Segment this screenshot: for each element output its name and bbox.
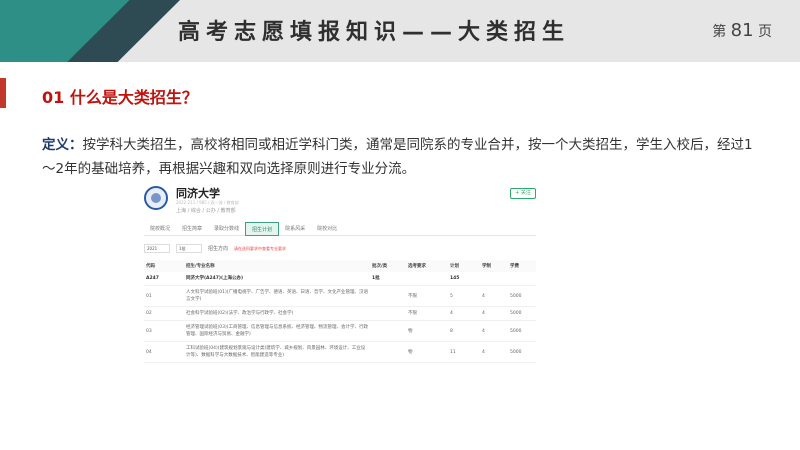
- university-screenshot: 同济大学 2022-211 / 985 / 双一流 / 教育部 上海 / 综合 …: [140, 182, 540, 446]
- cell-code: 02: [144, 306, 184, 321]
- section-accent-bar: [0, 78, 6, 108]
- cell-code: 01: [144, 285, 184, 307]
- cell-years: 4: [480, 306, 508, 321]
- page-title: 高考志愿填报知识——大类招生: [178, 20, 571, 45]
- cell-requirement: [406, 272, 448, 286]
- cell-plan: 11: [448, 341, 480, 363]
- cell-plan: 5: [448, 285, 480, 307]
- header-band: 高考志愿填报知识——大类招生 第 81 页: [0, 0, 800, 62]
- cell-major: 人文科学试验班(01)(广播电视学、广告学、德语、英语、日语、哲学、文化产业管理…: [184, 285, 370, 307]
- cell-batch: [370, 341, 406, 363]
- direction-label[interactable]: 招生方向: [208, 245, 228, 252]
- page-suffix: 页: [758, 24, 772, 40]
- page-prefix: 第: [712, 24, 727, 40]
- cell-batch: 1批: [370, 272, 406, 286]
- col-years: 学制: [480, 260, 508, 272]
- cell-requirement: 物: [406, 341, 448, 363]
- university-sub-info: 2022-211 / 985 / 双一流 / 教育部: [176, 200, 239, 205]
- definition-lead: 定义：: [42, 137, 83, 153]
- section-heading: 01 什么是大类招生？: [42, 88, 198, 107]
- page-number: 第 81 页: [712, 20, 772, 41]
- follow-button[interactable]: + 关注: [510, 188, 536, 199]
- tab-enrollment-plan[interactable]: 招生计划: [245, 222, 280, 236]
- year-select[interactable]: 2021: [144, 244, 170, 253]
- col-major: 招生/专业名称: [184, 260, 370, 272]
- cell-years: 4: [480, 285, 508, 307]
- cell-code: 04: [144, 341, 184, 363]
- cell-major: 工科试验班(04)(建筑规划景观与设计类(建筑学、城乡规划、风景园林、环境设计、…: [184, 341, 370, 363]
- page-number-value: 81: [730, 20, 754, 41]
- col-code: 代码: [144, 260, 184, 272]
- cell-batch: [370, 320, 406, 342]
- col-fee: 学费: [508, 260, 536, 272]
- col-batch: 批次/类: [370, 260, 406, 272]
- cell-plan: 4: [448, 306, 480, 321]
- cell-requirement: 不限: [406, 285, 448, 307]
- cell-batch: [370, 306, 406, 321]
- tab-compare[interactable]: 院校对比: [311, 222, 343, 236]
- cell-fee: 5000: [508, 341, 536, 363]
- cell-requirement: 不限: [406, 306, 448, 321]
- tab-departments[interactable]: 院系风采: [279, 222, 311, 236]
- cell-batch: [370, 285, 406, 307]
- col-requirement: 选考要求: [406, 260, 448, 272]
- cell-fee: 5000: [508, 306, 536, 321]
- batch-select[interactable]: 1批: [176, 244, 202, 253]
- cell-plan: 145: [448, 272, 480, 286]
- university-tags: 上海 / 综合 / 公办 / 教育部: [176, 208, 236, 214]
- cell-requirement: 物: [406, 320, 448, 342]
- cell-major: 社会科学试验班(02)(法学、政治学与行政学、社会学): [184, 306, 370, 321]
- cell-plan: 8: [448, 320, 480, 342]
- cell-code: 03: [144, 320, 184, 342]
- filter-bar: 2021 1批 招生方向 请在选科要求中查看专业要求: [144, 244, 286, 253]
- filter-hint: 请在选科要求中查看专业要求: [234, 245, 287, 251]
- table-row[interactable]: 04 工科试验班(04)(建筑规划景观与设计类(建筑学、城乡规划、风景园林、环境…: [144, 341, 536, 363]
- enrollment-table: 代码 招生/专业名称 批次/类 选考要求 计划 学制 学费 A247 同济大学(…: [144, 260, 536, 363]
- table-header-row: 代码 招生/专业名称 批次/类 选考要求 计划 学制 学费: [144, 260, 536, 272]
- definition-paragraph: 定义：按学科大类招生，高校将相同或相近学科门类，通常是同院系的专业合并，按一个大…: [42, 133, 762, 181]
- cell-code: A247: [144, 272, 184, 286]
- tab-admission-brochure[interactable]: 招生简章: [176, 222, 208, 236]
- cell-years: [480, 272, 508, 286]
- table-row[interactable]: A247 同济大学(A247)(上海公办) 1批 145: [144, 272, 536, 286]
- col-plan: 计划: [448, 260, 480, 272]
- cell-fee: [508, 272, 536, 286]
- table-row[interactable]: 01 人文科学试验班(01)(广播电视学、广告学、德语、英语、日语、哲学、文化产…: [144, 285, 536, 307]
- table-row[interactable]: 02 社会科学试验班(02)(法学、政治学与行政学、社会学) 不限 4 4 50…: [144, 306, 536, 321]
- cell-years: 4: [480, 320, 508, 342]
- tab-overview[interactable]: 院校概况: [144, 222, 176, 236]
- cell-major: 同济大学(A247)(上海公办): [184, 272, 370, 286]
- tab-score-lines[interactable]: 录取分数线: [208, 222, 245, 236]
- university-tabs: 院校概况 招生简章 录取分数线 招生计划 院系风采 院校对比: [144, 222, 536, 236]
- table-row[interactable]: 03 经济管理试验班(03)(工商管理、信息管理与信息系统、经济管理、物流管理、…: [144, 320, 536, 342]
- cell-fee: 5000: [508, 285, 536, 307]
- cell-years: 4: [480, 341, 508, 363]
- cell-major: 经济管理试验班(03)(工商管理、信息管理与信息系统、经济管理、物流管理、会计学…: [184, 320, 370, 342]
- cell-fee: 5000: [508, 320, 536, 342]
- university-name: 同济大学: [176, 187, 220, 200]
- university-logo-icon: [144, 186, 168, 210]
- definition-body: 按学科大类招生，高校将相同或相近学科门类，通常是同院系的专业合并，按一个大类招生…: [42, 137, 753, 177]
